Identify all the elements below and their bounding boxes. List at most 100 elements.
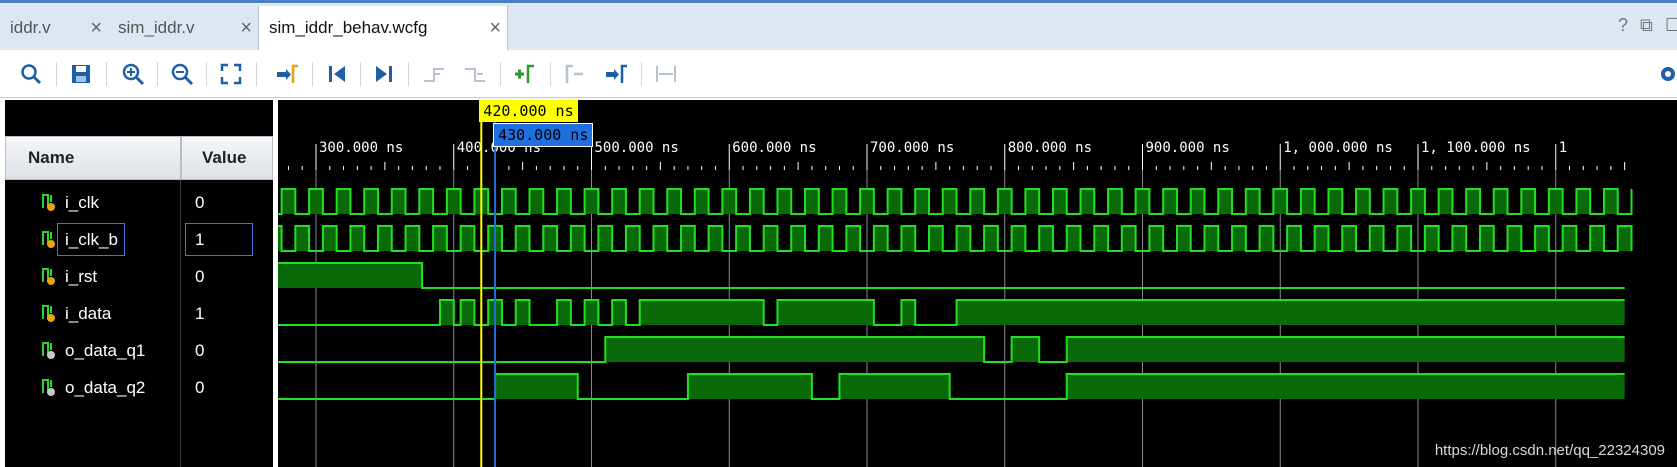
- signal-value: 0: [195, 193, 205, 212]
- next-marker-icon[interactable]: [601, 50, 631, 97]
- wave-high-fill: [1493, 189, 1508, 214]
- wave-high-fill: [1011, 337, 1040, 362]
- wave-high-fill: [1121, 226, 1136, 251]
- wave-high-fill: [433, 226, 447, 251]
- tab-sim-iddr-behav-wcfg[interactable]: sim_iddr_behav.wcfg ×: [258, 6, 508, 50]
- close-icon[interactable]: ×: [489, 6, 501, 50]
- restore-icon[interactable]: ⧉: [1640, 15, 1653, 36]
- value-column-header[interactable]: Value: [181, 136, 273, 180]
- previous-marker-icon[interactable]: [560, 50, 590, 97]
- close-icon[interactable]: ×: [90, 6, 102, 50]
- signal-value: 1: [195, 304, 205, 323]
- wave-high-fill: [1383, 189, 1398, 214]
- wave-high-fill: [708, 226, 723, 251]
- wave-high-fill: [901, 300, 916, 325]
- wave-high-fill: [529, 189, 544, 214]
- wave-high-fill: [1149, 226, 1164, 251]
- wave-high-fill: [1328, 189, 1343, 214]
- signal-row[interactable]: i_clk_b 1: [5, 221, 273, 258]
- next-transition-icon[interactable]: [460, 50, 490, 97]
- swap-cursors-icon[interactable]: [651, 50, 681, 97]
- wave-high-fill: [1369, 226, 1384, 251]
- tab-sim-iddr-v[interactable]: sim_iddr.v ×: [108, 6, 258, 50]
- wave-high-fill: [956, 300, 1625, 325]
- wave-high-fill: [570, 226, 585, 251]
- wave-high-fill: [405, 226, 420, 251]
- go-to-time-0-icon[interactable]: [322, 50, 352, 97]
- wave-high-fill: [336, 189, 351, 214]
- settings-icon[interactable]: [1650, 50, 1677, 97]
- signal-row[interactable]: i_data 1: [5, 295, 273, 332]
- close-icon[interactable]: ×: [240, 6, 252, 50]
- wave-high-fill: [667, 189, 682, 214]
- wave-high-fill: [984, 226, 998, 251]
- secondary-cursor-label[interactable]: 430.000 ns: [493, 123, 594, 147]
- wave-high-fill: [1245, 189, 1260, 214]
- zoom-fit-icon[interactable]: [216, 50, 246, 97]
- wave-high-fill: [694, 189, 709, 214]
- tick-label: 600.000 ns: [732, 140, 816, 156]
- wave-high-fill: [1576, 189, 1591, 214]
- waveform-canvas[interactable]: 300.000 ns 400.000 ns 500.000 ns 600.000 ns…: [278, 100, 1677, 467]
- wave-high-fill: [687, 374, 812, 399]
- tick-label: 1, 000.000 ns: [1283, 140, 1393, 156]
- name-column-header[interactable]: Name: [5, 136, 181, 180]
- wave-high-fill: [501, 189, 516, 214]
- wave-high-fill: [1438, 189, 1453, 214]
- add-marker-icon[interactable]: [510, 50, 540, 97]
- wave-high-fill: [605, 337, 985, 362]
- primary-cursor-label[interactable]: 420.000 ns: [479, 100, 578, 122]
- wave-high-fill: [1300, 189, 1315, 214]
- wave-high-fill: [1535, 226, 1549, 251]
- tab-label: sim_iddr.v: [118, 18, 195, 37]
- signal-list-pane: Name Value i_clk 0 i_clk_b 1 i_rst 0 i_data 1 o_…: [5, 100, 273, 467]
- wave-high-fill: [1590, 226, 1604, 251]
- tab-label: sim_iddr_behav.wcfg: [269, 18, 428, 37]
- wave-high-fill: [681, 226, 695, 251]
- tick-label: 1: [1559, 140, 1567, 156]
- tick-label: 900.000 ns: [1146, 140, 1230, 156]
- wave-high-fill: [1356, 189, 1370, 214]
- previous-transition-icon[interactable]: [419, 50, 449, 97]
- help-icon[interactable]: ?: [1618, 15, 1628, 36]
- wave-high-fill: [515, 300, 530, 325]
- signal-row[interactable]: i_rst 0: [5, 258, 273, 295]
- signal-name: i_clk: [65, 193, 100, 212]
- waveform-pane[interactable]: 300.000 ns 400.000 ns 500.000 ns 600.000 ns…: [278, 100, 1677, 467]
- wave-high-fill: [1259, 226, 1274, 251]
- signal-value: 0: [195, 341, 205, 360]
- signal-row[interactable]: o_data_q2 0: [5, 369, 273, 406]
- wave-high-fill: [1617, 226, 1632, 251]
- go-to-last-time-icon[interactable]: [369, 50, 399, 97]
- wave-high-fill: [515, 226, 530, 251]
- signal-row[interactable]: o_data_q1 0: [5, 332, 273, 369]
- wave-high-fill: [736, 226, 750, 251]
- output-signal-icon: [42, 379, 55, 396]
- zoom-out-icon[interactable]: [167, 50, 197, 97]
- wave-high-fill: [1507, 226, 1522, 251]
- go-to-cursor-icon[interactable]: [272, 50, 302, 97]
- maximize-icon[interactable]: ☐: [1665, 15, 1677, 36]
- wave-high-fill: [970, 189, 985, 214]
- search-icon[interactable]: [16, 50, 46, 97]
- zoom-in-icon[interactable]: [118, 50, 148, 97]
- signal-value: 0: [195, 267, 205, 286]
- wave-high-fill: [1397, 226, 1412, 251]
- wave-high-fill: [419, 189, 434, 214]
- wave-high-fill: [598, 226, 613, 251]
- wave-high-fill: [873, 226, 888, 251]
- wave-high-fill: [722, 189, 737, 214]
- wave-high-fill: [1039, 226, 1053, 251]
- signal-row[interactable]: i_clk 0: [5, 184, 273, 221]
- tab-iddr-v[interactable]: iddr.v ×: [0, 6, 108, 50]
- input-signal-icon: [42, 194, 55, 211]
- wave-high-fill: [1218, 189, 1233, 214]
- wave-high-fill: [1314, 226, 1329, 251]
- wave-high-fill: [777, 189, 792, 214]
- wave-high-fill: [1066, 337, 1625, 362]
- wave-high-fill: [839, 374, 950, 399]
- selected-value-outline: [185, 223, 253, 256]
- tick-label: 800.000 ns: [1008, 140, 1092, 156]
- wave-high-fill: [846, 226, 861, 251]
- save-icon[interactable]: [66, 50, 96, 97]
